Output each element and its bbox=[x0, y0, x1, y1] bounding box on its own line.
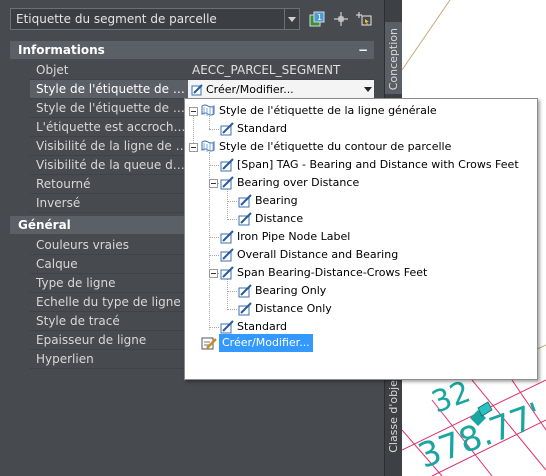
style-folder-icon bbox=[201, 139, 217, 155]
tree-node-label: Overall Distance and Bearing bbox=[237, 248, 399, 261]
property-label: Couleurs vraies bbox=[30, 236, 188, 255]
toggle-pickadd-icon[interactable]: 1 bbox=[308, 10, 326, 28]
label-style-icon bbox=[219, 157, 235, 173]
tree-connector bbox=[227, 279, 228, 310]
label-style-icon bbox=[219, 229, 235, 245]
category-informations[interactable]: Informations − bbox=[10, 41, 374, 59]
tree-node-label: Style de l'étiquette du contour de parce… bbox=[219, 140, 452, 153]
tab-conception[interactable]: Conception bbox=[385, 22, 403, 94]
property-row-style-etiquette-ligne[interactable]: Style de l'étiquette de la l... Créer/Mo… bbox=[10, 80, 374, 99]
label-style-icon bbox=[219, 265, 235, 281]
label-style-icon bbox=[219, 247, 235, 263]
property-label: Epaisseur de ligne bbox=[30, 331, 188, 350]
tree-connector bbox=[227, 291, 237, 292]
label-style-icon bbox=[237, 283, 253, 299]
property-label: Visibilité de la queue de l... bbox=[30, 156, 188, 175]
tree-node-label: Bearing over Distance bbox=[237, 176, 360, 189]
tab-label: Classe d'objets bbox=[387, 370, 400, 453]
property-label: Type de ligne bbox=[30, 274, 188, 293]
tree-connector bbox=[209, 129, 219, 130]
label-style-icon bbox=[191, 83, 204, 96]
label-style-value: Créer/Modifier... bbox=[206, 83, 294, 96]
category-label: Informations bbox=[18, 43, 105, 57]
property-label: Style de tracé bbox=[30, 312, 188, 331]
tree-connector bbox=[227, 189, 228, 220]
category-label: Général bbox=[18, 218, 71, 232]
create-modify-label: Créer/Modifier... bbox=[219, 334, 313, 352]
property-label: L'étiquette est accrochée bbox=[30, 118, 188, 137]
property-value: AECC_PARCEL_SEGMENT bbox=[188, 61, 374, 80]
tree-node-label: Style de l'étiquette de la ligne général… bbox=[219, 104, 437, 117]
tree-node-label: Standard bbox=[237, 122, 288, 135]
label-style-icon bbox=[219, 319, 235, 335]
property-label: Visibilité de la ligne de re... bbox=[30, 137, 188, 156]
label-style-icon bbox=[237, 193, 253, 209]
property-label: Objet bbox=[30, 61, 188, 80]
tree-node-label: Iron Pipe Node Label bbox=[237, 230, 351, 243]
tree-node-label: Distance bbox=[255, 212, 304, 225]
collapse-toggle[interactable] bbox=[189, 143, 198, 152]
style-folder-icon bbox=[201, 103, 217, 119]
parcel-line bbox=[402, 0, 451, 71]
label-style-icon bbox=[219, 175, 235, 191]
collapse-toggle[interactable]: − bbox=[358, 41, 368, 59]
quick-select-icon[interactable] bbox=[356, 10, 374, 28]
tree-connector bbox=[209, 327, 219, 328]
collapse-toggle[interactable] bbox=[189, 107, 198, 116]
property-label: Calque bbox=[30, 255, 188, 274]
select-objects-icon[interactable] bbox=[332, 10, 350, 28]
tree-node-label: Distance Only bbox=[255, 302, 332, 315]
label-style-icon bbox=[219, 121, 235, 137]
property-label: Hyperlien bbox=[30, 350, 188, 369]
edit-style-icon bbox=[201, 335, 217, 351]
tree-connector bbox=[227, 201, 237, 202]
property-label: Echelle du type de ligne bbox=[30, 293, 188, 312]
tree-connector bbox=[227, 309, 237, 310]
object-type-value: Etiquette du segment de parcelle bbox=[16, 12, 217, 26]
property-label: Style de l'étiquette de la l... bbox=[30, 80, 188, 99]
label-style-field[interactable]: Créer/Modifier... bbox=[188, 80, 374, 99]
property-label: Style de l'étiquette de la... bbox=[30, 99, 188, 118]
collapse-toggle[interactable] bbox=[209, 179, 218, 188]
label-style-icon bbox=[237, 301, 253, 317]
tree-connector bbox=[227, 219, 237, 220]
property-label: Inversé bbox=[30, 194, 188, 213]
tab-label: Conception bbox=[387, 28, 400, 91]
chevron-down-icon[interactable] bbox=[364, 87, 372, 92]
tree-node-label: [Span] TAG - Bearing and Distance with C… bbox=[237, 158, 519, 171]
chevron-down-icon[interactable] bbox=[284, 9, 299, 29]
property-label: Retourné bbox=[30, 175, 188, 194]
object-type-bar: Etiquette du segment de parcelle 1 bbox=[0, 0, 384, 37]
svg-text:1: 1 bbox=[317, 13, 322, 22]
tree-node-label: Span Bearing-Distance-Crows Feet bbox=[237, 266, 428, 279]
tree-connector bbox=[209, 165, 219, 166]
tree-connector bbox=[209, 237, 219, 238]
collapse-toggle[interactable] bbox=[209, 269, 218, 278]
label-style-tree-popup: Style de l'étiquette de la ligne général… bbox=[184, 98, 538, 380]
tree-node-label: Bearing Only bbox=[255, 284, 327, 297]
tree-node-label: Bearing bbox=[255, 194, 298, 207]
label-style-icon bbox=[237, 211, 253, 227]
tree-connector bbox=[209, 255, 219, 256]
property-row-objet: Objet AECC_PARCEL_SEGMENT bbox=[10, 61, 374, 80]
tab-classe-objets[interactable]: Classe d'objets bbox=[385, 370, 403, 470]
object-type-select[interactable]: Etiquette du segment de parcelle bbox=[10, 8, 300, 30]
